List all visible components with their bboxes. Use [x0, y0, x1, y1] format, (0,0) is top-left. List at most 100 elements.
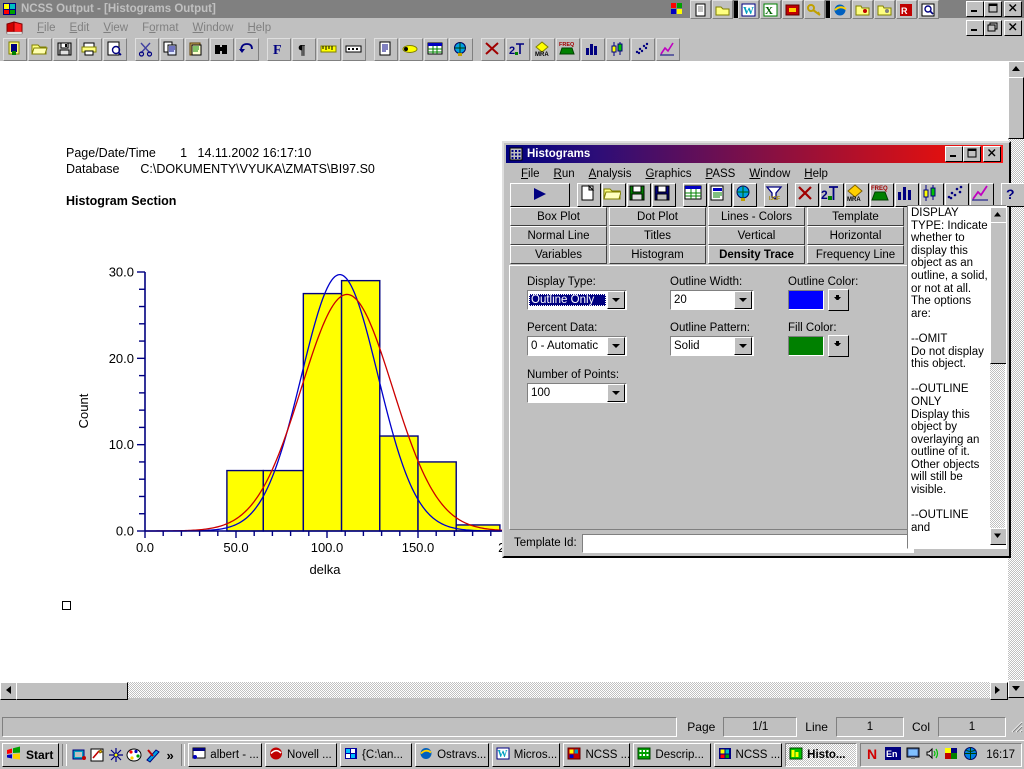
- main-maximize-button[interactable]: [984, 1, 1002, 17]
- main-minimize-button[interactable]: [966, 1, 984, 17]
- resize-grip-icon[interactable]: [1010, 720, 1024, 734]
- document-horizontal-scrollbar[interactable]: [0, 682, 1008, 700]
- outline-pattern-combo[interactable]: Solid: [670, 336, 754, 356]
- powerpoint-icon[interactable]: [782, 0, 803, 19]
- spacing-icon[interactable]: [342, 37, 366, 61]
- print-preview-icon[interactable]: [103, 37, 127, 61]
- mra-icon[interactable]: MRA: [531, 37, 555, 61]
- print-icon[interactable]: [78, 37, 102, 61]
- object-handle-marker[interactable]: [62, 601, 71, 610]
- globe-icon[interactable]: [733, 183, 757, 207]
- tab-normal-line[interactable]: Normal Line: [510, 226, 607, 245]
- excel-icon[interactable]: X: [760, 0, 781, 19]
- line-chart-icon[interactable]: [656, 37, 680, 61]
- filter-icon[interactable]: IJOF: [764, 183, 788, 207]
- tab-histogram[interactable]: Histogram: [609, 245, 706, 264]
- tab-frequency-line[interactable]: Frequency Line: [807, 245, 904, 264]
- main-close-button[interactable]: [1004, 1, 1022, 17]
- delete-x-icon[interactable]: [795, 183, 819, 207]
- taskbar-button-ncss-1[interactable]: NCSS ...: [563, 743, 631, 767]
- undo-icon[interactable]: [235, 37, 259, 61]
- percent-data-combo[interactable]: 0 - Automatic: [527, 336, 627, 356]
- language-en-icon[interactable]: En: [885, 746, 902, 764]
- hist-menu-pass[interactable]: PASS: [699, 167, 743, 181]
- new-document-icon[interactable]: [577, 183, 601, 207]
- save-as-icon[interactable]: [652, 183, 676, 207]
- scroll-thumb[interactable]: [16, 682, 128, 700]
- number-of-points-combo[interactable]: 100: [527, 383, 627, 403]
- ruler-icon[interactable]: [317, 37, 341, 61]
- new-document-icon[interactable]: [3, 37, 27, 61]
- main-menu-edit[interactable]: Edit: [63, 21, 97, 35]
- paragraph-icon[interactable]: ¶: [292, 37, 316, 61]
- main-menu-file[interactable]: File: [30, 21, 63, 35]
- quick-launch-overflow[interactable]: »: [167, 748, 174, 763]
- frequency-icon[interactable]: FREQ: [870, 183, 894, 207]
- folder-red-icon[interactable]: [852, 0, 873, 19]
- t-test-icon[interactable]: 2: [506, 37, 530, 61]
- object-icon[interactable]: [399, 37, 423, 61]
- cut-scissors-icon[interactable]: [135, 37, 159, 61]
- histograms-close-button[interactable]: [983, 146, 1001, 162]
- taskbar-button-novell[interactable]: Novell ...: [265, 743, 338, 767]
- taskbar-button-albert[interactable]: albert - ...: [188, 743, 263, 767]
- folder-grey-icon[interactable]: [874, 0, 895, 19]
- help-question-icon[interactable]: ?: [1001, 183, 1024, 207]
- taskbar-button-descrip[interactable]: Descrip...: [633, 743, 711, 767]
- tools-icon[interactable]: [144, 744, 163, 766]
- scroll-right-button[interactable]: [990, 682, 1008, 700]
- save-disk-icon[interactable]: [53, 37, 77, 61]
- histograms-titlebar[interactable]: Histograms: [506, 145, 1003, 163]
- spreadsheet-icon[interactable]: [424, 37, 448, 61]
- key-icon[interactable]: [804, 0, 825, 19]
- taskbar-button-micros[interactable]: W Micros...: [491, 743, 561, 767]
- report-icon[interactable]: [708, 183, 732, 207]
- search-icon[interactable]: [918, 0, 939, 19]
- mra-icon[interactable]: MRA: [845, 183, 869, 207]
- spreadsheet-icon[interactable]: [683, 183, 707, 207]
- paste-icon[interactable]: [185, 37, 209, 61]
- show-desktop-icon[interactable]: [70, 744, 89, 766]
- scroll-thumb[interactable]: [1008, 77, 1024, 139]
- tab-horizontal[interactable]: Horizontal: [807, 226, 904, 245]
- scroll-down-button[interactable]: [1008, 680, 1024, 698]
- mdi-close-button[interactable]: [1004, 20, 1022, 36]
- box-plot-icon[interactable]: [920, 183, 944, 207]
- scroll-track[interactable]: [16, 682, 992, 700]
- t-test-icon[interactable]: 2: [820, 183, 844, 207]
- font-icon[interactable]: F: [267, 37, 291, 61]
- tray-clock[interactable]: 16:17: [986, 749, 1015, 761]
- tab-variables[interactable]: Variables: [510, 245, 607, 264]
- display-type-combo[interactable]: Outline Only: [527, 290, 627, 310]
- copy-icon[interactable]: [160, 37, 184, 61]
- histograms-minimize-button[interactable]: [945, 146, 963, 162]
- bar-chart-icon[interactable]: [581, 37, 605, 61]
- chevron-down-icon[interactable]: [607, 337, 625, 355]
- main-menu-view[interactable]: View: [96, 21, 135, 35]
- paint-icon[interactable]: [88, 744, 107, 766]
- page-icon[interactable]: [374, 37, 398, 61]
- mdi-restore-button[interactable]: [984, 20, 1002, 36]
- globe-icon[interactable]: [449, 37, 473, 61]
- open-folder-icon[interactable]: [28, 37, 52, 61]
- tab-density-trace[interactable]: Density Trace: [708, 245, 805, 264]
- palette-icon[interactable]: [125, 744, 144, 766]
- find-binoculars-icon[interactable]: [210, 37, 234, 61]
- main-menu-format[interactable]: Format: [135, 21, 185, 35]
- scatter-icon[interactable]: [631, 37, 655, 61]
- help-scroll-track[interactable]: [990, 222, 1006, 530]
- tab-template[interactable]: Template: [807, 207, 904, 226]
- delete-x-icon[interactable]: [481, 37, 505, 61]
- open-folder-icon[interactable]: [712, 0, 733, 19]
- word-icon[interactable]: W: [738, 0, 759, 19]
- hist-menu-run[interactable]: Run: [547, 167, 582, 181]
- ncss-red-icon[interactable]: R: [896, 0, 917, 19]
- tab-titles[interactable]: Titles: [609, 226, 706, 245]
- taskbar-button-ostravs[interactable]: Ostravs...: [415, 743, 489, 767]
- help-scroll-thumb[interactable]: [990, 222, 1006, 364]
- tab-dot-plot[interactable]: Dot Plot: [609, 207, 706, 226]
- chevron-down-icon[interactable]: [607, 291, 625, 309]
- hist-menu-analysis[interactable]: Analysis: [582, 167, 639, 181]
- scatter-icon[interactable]: [945, 183, 969, 207]
- box-plot-icon[interactable]: [606, 37, 630, 61]
